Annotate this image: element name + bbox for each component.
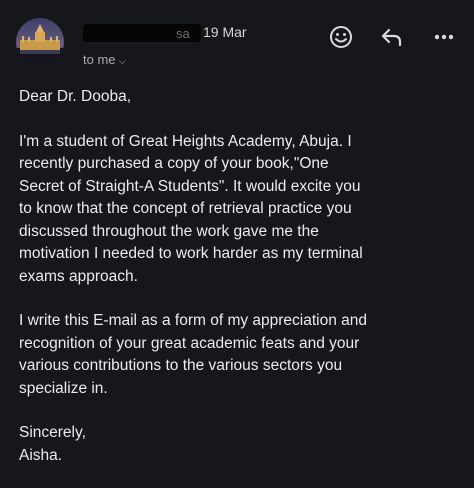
email-paragraph-2: I write this E-mail as a form of my appr… xyxy=(19,312,368,397)
email-header: sa sa 19 Mar to me⌵ xyxy=(0,0,474,78)
more-horizontal-icon[interactable] xyxy=(431,24,457,50)
recipient-toggle[interactable]: to me ⌵ xyxy=(83,52,126,67)
sender-avatar[interactable] xyxy=(16,18,64,66)
smiley-face-icon[interactable] xyxy=(328,24,354,50)
email-paragraph-1: I'm a student of Great Heights Academy, … xyxy=(19,132,363,285)
email-greeting: Dear Dr. Dooba, xyxy=(19,88,131,105)
email-body: Dear Dr. Dooba, I'm a student of Great H… xyxy=(19,86,464,467)
chevron-down-icon: ⌵ xyxy=(118,56,127,67)
email-date: 19 Mar xyxy=(203,24,247,40)
reply-arrow-icon[interactable] xyxy=(379,24,405,50)
email-closing: Sincerely, Aisha. xyxy=(19,424,86,464)
recipient-label: to me xyxy=(83,52,116,67)
parliament-building-picture xyxy=(16,18,64,66)
sender-name-visible: sa xyxy=(176,26,190,41)
